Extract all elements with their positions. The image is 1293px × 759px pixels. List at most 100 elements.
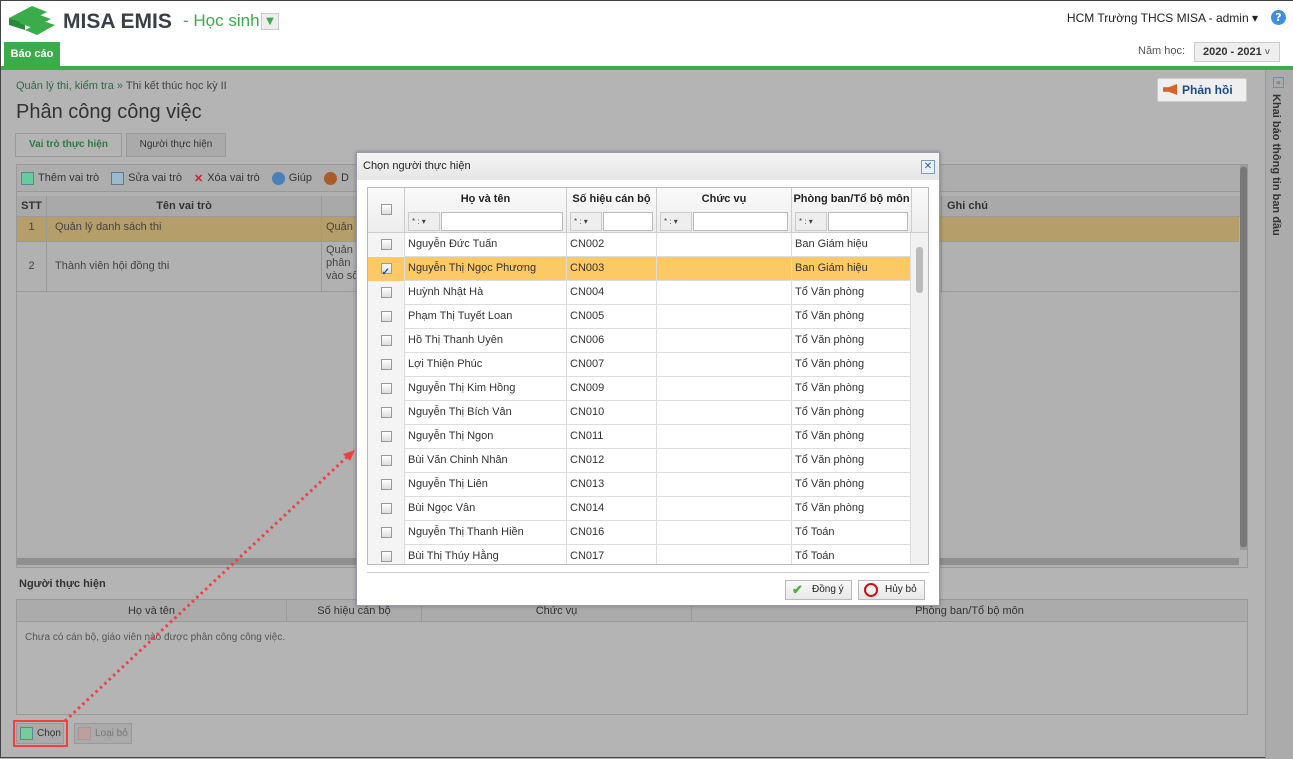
staff-row[interactable]: Hồ Thị Thanh Uyên CN006 Tổ Văn phòng — [368, 329, 911, 353]
more-button[interactable]: D — [324, 170, 349, 186]
remove-user-icon — [78, 727, 91, 740]
staff-row[interactable]: Nguyễn Đức Tuấn CN002 Ban Giám hiệu — [368, 233, 911, 257]
cancel-button[interactable]: Hủy bỏ — [858, 580, 925, 600]
col-name: Họ và tên — [17, 600, 287, 622]
name-filter-input[interactable] — [441, 212, 563, 231]
delete-icon: ✕ — [193, 172, 204, 185]
cancel-label: Hủy bỏ — [885, 584, 917, 595]
row-name: Nguyễn Thị Ngon — [405, 425, 567, 449]
row-name: Nguyễn Thị Ngọc Phương — [405, 257, 567, 281]
row-checkbox[interactable] — [380, 334, 392, 346]
row-name: Nguyễn Thị Thanh Hiền — [405, 521, 567, 545]
row-position — [657, 545, 792, 564]
row-dept: Tổ Văn phòng — [792, 473, 911, 497]
tab-report[interactable]: Báo cáo — [4, 42, 60, 67]
position-filter-input[interactable] — [693, 212, 788, 231]
filter-operator[interactable]: * : ▾ — [795, 212, 827, 231]
row-position — [657, 473, 792, 497]
filter-operator[interactable]: * : ▾ — [408, 212, 440, 231]
megaphone-icon — [1163, 84, 1177, 95]
row-checkbox[interactable] — [380, 261, 392, 281]
module-name: - Học sinh — [183, 11, 260, 30]
breadcrumb-parent[interactable]: Quản lý thi, kiểm tra — [16, 80, 114, 92]
staff-row[interactable]: Phạm Thị Tuyết Loan CN005 Tổ Văn phòng — [368, 305, 911, 329]
misa-logo-icon — [9, 6, 55, 35]
dialog-titlebar: Chọn người thực hiện ✕ — [357, 153, 939, 180]
row-role-name: Quản lý danh sách thi — [47, 217, 322, 241]
row-name: Bùi Thị Thúy Hằng — [405, 545, 567, 564]
row-checkbox[interactable] — [380, 238, 392, 250]
vertical-scrollbar[interactable] — [911, 233, 928, 564]
year-label: Năm học: — [1138, 45, 1186, 57]
module-dropdown-button[interactable]: ▼ — [261, 13, 279, 30]
staff-row[interactable]: Nguyễn Thị Thanh Hiền CN016 Tổ Toán — [368, 521, 911, 545]
add-role-label: Thêm vai trò — [38, 172, 100, 184]
staff-row[interactable]: Lợi Thiện Phúc CN007 Tổ Văn phòng — [368, 353, 911, 377]
confirm-button[interactable]: ✔ Đồng ý — [785, 580, 852, 600]
row-name: Nguyễn Thị Liên — [405, 473, 567, 497]
edit-role-button[interactable]: Sửa vai trò — [111, 170, 182, 186]
staff-row[interactable]: Bùi Văn Chinh Nhân CN012 Tổ Văn phòng — [368, 449, 911, 473]
dialog-title: Chọn người thực hiện — [363, 160, 471, 172]
breadcrumb: Quản lý thi, kiểm tra » Thi kết thúc học… — [16, 80, 227, 92]
col-name: Họ và tên * : ▾ — [405, 188, 567, 233]
delete-role-button[interactable]: ✕ Xóa vai trò — [194, 170, 260, 186]
staff-row[interactable]: Nguyễn Thị Kim Hồng CN009 Tổ Văn phòng — [368, 377, 911, 401]
help-icon — [271, 171, 285, 185]
row-name: Lợi Thiện Phúc — [405, 353, 567, 377]
help-button[interactable]: Giúp — [271, 170, 312, 186]
remove-button[interactable]: Loại bỏ — [74, 723, 132, 744]
staff-grid-header: Họ và tên * : ▾ Số hiệu cán bộ * : ▾ Chức … — [368, 188, 928, 233]
staff-grid: Họ và tên * : ▾ Số hiệu cán bộ * : ▾ Chức … — [367, 187, 929, 565]
tab-roles[interactable]: Vai trò thực hiện — [15, 133, 122, 157]
row-checkbox[interactable] — [380, 550, 392, 562]
filter-operator[interactable]: * : ▾ — [570, 212, 602, 231]
dept-filter-input[interactable] — [828, 212, 908, 231]
tab-assignees[interactable]: Người thực hiện — [126, 133, 226, 157]
feedback-button[interactable]: Phản hồi — [1157, 78, 1247, 102]
sidebar-title[interactable]: Khai báo thông tin ban đầu — [1270, 94, 1282, 236]
staff-row[interactable]: Nguyễn Thị Ngọc PhươngCN003 Ban Giám hiệu — [368, 257, 911, 281]
row-checkbox[interactable] — [380, 454, 392, 466]
row-select-cell — [368, 353, 405, 377]
check-icon: ✔ — [792, 582, 803, 597]
row-select-cell — [368, 545, 405, 564]
row-checkbox[interactable] — [380, 358, 392, 370]
annotation-highlight — [13, 720, 68, 747]
row-checkbox[interactable] — [380, 430, 392, 442]
close-icon[interactable]: ✕ — [921, 160, 935, 174]
row-checkbox[interactable] — [380, 382, 392, 394]
row-checkbox[interactable] — [380, 286, 392, 298]
row-checkbox[interactable] — [380, 526, 392, 538]
staff-row[interactable]: Bùi Thị Thúy Hằng CN017 Tổ Toán — [368, 545, 911, 564]
row-checkbox[interactable] — [380, 478, 392, 490]
staff-row[interactable]: Huỳnh Nhật Hà CN004 Tổ Văn phòng — [368, 281, 911, 305]
year-select[interactable]: 2020 - 2021 ˅ — [1194, 42, 1280, 62]
help-icon[interactable]: ? — [1271, 10, 1286, 25]
add-role-button[interactable]: Thêm vai trò — [21, 170, 99, 186]
filter-operator[interactable]: * : ▾ — [660, 212, 692, 231]
select-all-checkbox[interactable] — [380, 204, 392, 215]
row-checkbox[interactable] — [380, 310, 392, 322]
staff-row[interactable]: Nguyễn Thị Ngon CN011 Tổ Văn phòng — [368, 425, 911, 449]
code-filter-input[interactable] — [603, 212, 653, 231]
row-checkbox[interactable] — [380, 502, 392, 514]
staff-row[interactable]: Nguyễn Thị Liên CN013 Tổ Văn phòng — [368, 473, 911, 497]
collapse-icon[interactable]: « — [1273, 77, 1284, 88]
col-position: Chức vụ * : ▾ — [657, 188, 792, 233]
row-code: CN003 — [567, 257, 657, 281]
row-checkbox[interactable] — [380, 406, 392, 418]
row-position — [657, 305, 792, 329]
row-position — [657, 425, 792, 449]
row-code: CN013 — [567, 473, 657, 497]
col-dept: Phòng ban/Tổ bộ môn * : ▾ — [792, 188, 912, 233]
row-name: Bùi Văn Chinh Nhân — [405, 449, 567, 473]
staff-row[interactable]: Nguyễn Thị Bích Vân CN010 Tổ Văn phòng — [368, 401, 911, 425]
row-code: CN017 — [567, 545, 657, 564]
row-code: CN010 — [567, 401, 657, 425]
row-name: Bùi Ngọc Vân — [405, 497, 567, 521]
row-select-cell — [368, 521, 405, 545]
user-menu[interactable]: HCM Trường THCS MISA - admin ▾ — [1067, 11, 1258, 25]
vertical-scrollbar[interactable] — [1240, 165, 1247, 550]
staff-row[interactable]: Bùi Ngọc Vân CN014 Tổ Văn phòng — [368, 497, 911, 521]
